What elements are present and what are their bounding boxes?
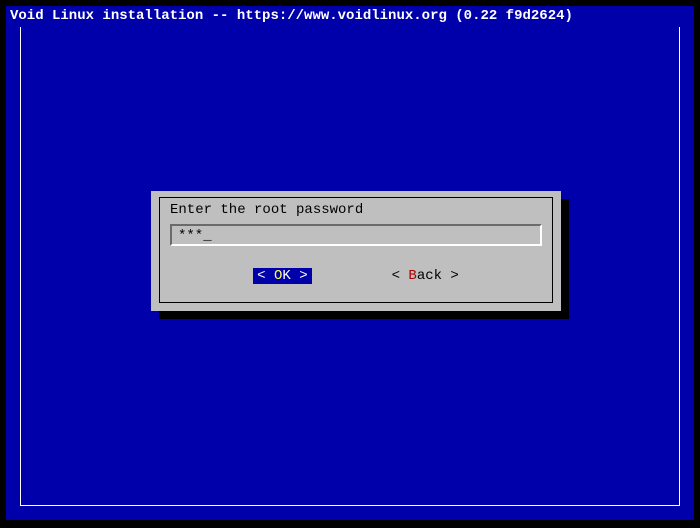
ok-button[interactable]: < OK >: [253, 268, 311, 284]
button-row: < OK > < Back >: [160, 268, 552, 284]
dialog-prompt: Enter the root password: [160, 198, 552, 220]
back-hotkey: B: [408, 268, 416, 284]
back-bracket-left: <: [392, 268, 400, 284]
back-bracket-right: >: [442, 268, 459, 284]
installer-screen: Void Linux installation -- https://www.v…: [6, 6, 694, 520]
text-cursor: _: [203, 228, 211, 244]
input-masked-value: ***: [178, 228, 203, 244]
password-dialog: Enter the root password ***_ < OK > < Ba…: [151, 191, 561, 311]
window-title: Void Linux installation -- https://www.v…: [6, 6, 694, 26]
back-button[interactable]: < Back >: [392, 268, 459, 284]
ok-bracket-right: >: [299, 268, 307, 284]
root-password-input[interactable]: ***_: [170, 224, 542, 246]
ok-label-rest: K: [282, 268, 290, 284]
back-label-rest: ack: [417, 268, 442, 284]
dialog-frame: Enter the root password ***_ < OK > < Ba…: [159, 197, 553, 303]
title-text: Void Linux installation -- https://www.v…: [10, 8, 573, 24]
input-row: ***_: [170, 224, 542, 246]
ok-bracket-left: <: [257, 268, 265, 284]
